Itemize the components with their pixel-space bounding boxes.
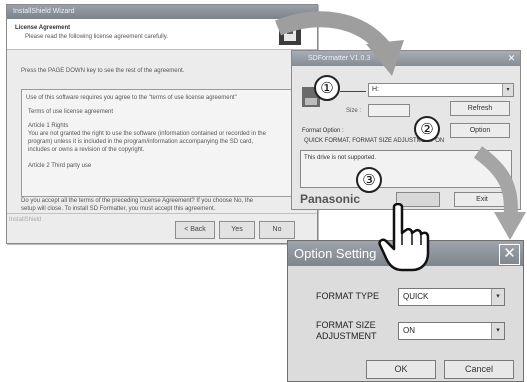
arrow-head-icon [366,40,404,76]
arrow-head-icon [494,212,526,240]
option-dialog-title: Option Setting [294,246,377,261]
hand-pointer-icon [378,202,430,273]
format-type-select[interactable]: QUICK ▾ [398,288,505,306]
format-type-label: FORMAT TYPE [316,291,380,301]
format-size-value: ON [403,326,415,335]
arrow-wizard-to-formatter [275,11,391,54]
chevron-down-icon: ▾ [491,323,504,339]
format-size-label: FORMAT SIZE [316,320,376,330]
callout-1: ① [314,75,340,101]
chevron-down-icon: ▾ [491,289,504,305]
adjustment-label: ADJUSTMENT [316,331,377,341]
cancel-button[interactable]: Cancel [444,360,514,379]
callout-2: ② [414,116,440,142]
arrow-formatter-to-option [473,146,518,223]
format-type-value: QUICK [403,292,429,301]
format-size-adjustment-select[interactable]: ON ▾ [398,322,505,340]
ok-button[interactable]: OK [366,360,436,379]
close-icon[interactable]: ✕ [499,244,520,265]
callout-3: ③ [356,167,382,193]
